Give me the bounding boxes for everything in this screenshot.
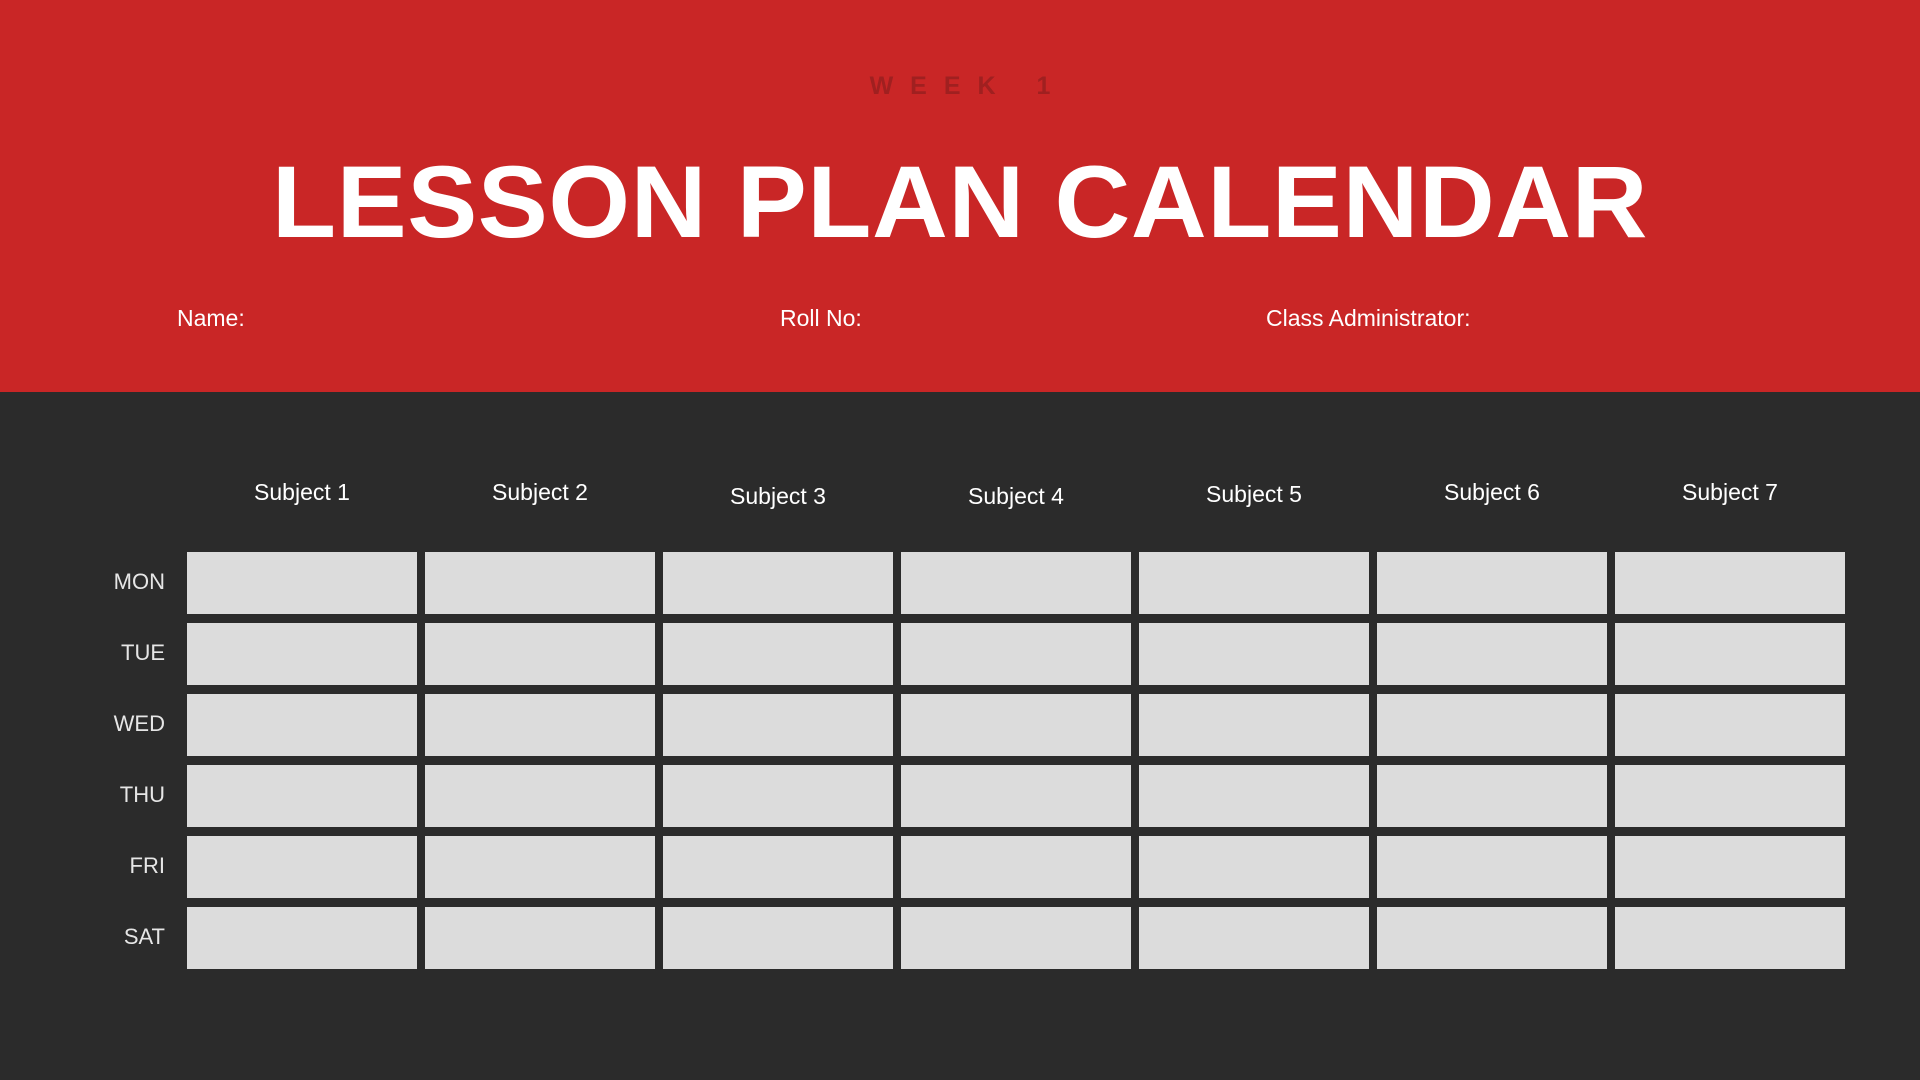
day-label-mon: MON [113, 569, 165, 594]
subject-column-header: Subject 4 [968, 483, 1064, 509]
calendar-cell[interactable] [187, 623, 417, 685]
calendar-cell[interactable] [663, 907, 893, 969]
name-field-label: Name: [177, 305, 245, 331]
calendar-cell[interactable] [425, 907, 655, 969]
calendar-cell[interactable] [1615, 907, 1845, 969]
subject-column-header: Subject 3 [730, 483, 826, 509]
day-label-tue: TUE [121, 640, 165, 665]
calendar-cell[interactable] [901, 623, 1131, 685]
subject-header-row: Subject 1 Subject 2 Subject 3 Subject 4 Subj… [187, 470, 1804, 518]
week-eyebrow-label: WEEK 1 [869, 72, 1068, 100]
calendar-cell[interactable] [1139, 552, 1369, 614]
calendar-cell[interactable] [1615, 623, 1845, 685]
calendar-cell[interactable] [187, 694, 417, 756]
class-administrator-field-label: Class Administrator: [1266, 305, 1471, 331]
calendar-cell[interactable] [1615, 552, 1845, 614]
calendar-cell[interactable] [1139, 694, 1369, 756]
calendar-cell[interactable] [901, 694, 1131, 756]
calendar-row [187, 836, 1845, 898]
header-fields-row: Name: Roll No: Class Administrator: [0, 301, 1920, 335]
calendar-cell[interactable] [1139, 836, 1369, 898]
calendar-cell[interactable] [187, 836, 417, 898]
calendar-cell[interactable] [425, 623, 655, 685]
lesson-plan-calendar-page: WEEK 1 LESSON PLAN CALENDAR Name: Roll N… [0, 0, 1920, 1080]
calendar-cell[interactable] [425, 836, 655, 898]
subject-column-header: Subject 6 [1444, 479, 1540, 505]
calendar-cell[interactable] [425, 765, 655, 827]
calendar-cell[interactable] [1377, 552, 1607, 614]
day-label-wed: WED [113, 711, 165, 736]
day-label-sat: SAT [123, 924, 165, 949]
calendar-cell[interactable] [901, 765, 1131, 827]
calendar-cell[interactable] [1377, 623, 1607, 685]
calendar-cell[interactable] [1615, 836, 1845, 898]
calendar-cell[interactable] [901, 907, 1131, 969]
calendar-body: Subject 1 Subject 2 Subject 3 Subject 4 Subj… [0, 392, 1920, 1080]
calendar-cell[interactable] [1139, 765, 1369, 827]
calendar-cell[interactable] [1139, 907, 1369, 969]
page-header: WEEK 1 LESSON PLAN CALENDAR Name: Roll N… [0, 0, 1920, 392]
calendar-cell[interactable] [663, 765, 893, 827]
calendar-row [187, 765, 1845, 827]
calendar-cell[interactable] [187, 552, 417, 614]
calendar-cell[interactable] [1377, 694, 1607, 756]
calendar-cell[interactable] [901, 836, 1131, 898]
calendar-cell[interactable] [1377, 836, 1607, 898]
calendar-cell[interactable] [425, 552, 655, 614]
calendar-cell[interactable] [1377, 765, 1607, 827]
day-label-fri: FRI [129, 853, 165, 878]
calendar-cell[interactable] [663, 836, 893, 898]
calendar-cell[interactable] [1615, 765, 1845, 827]
calendar-row [187, 623, 1845, 685]
roll-no-field-label: Roll No: [780, 305, 862, 331]
calendar-cell[interactable] [663, 623, 893, 685]
calendar-cell[interactable] [425, 694, 655, 756]
calendar-cell[interactable] [901, 552, 1131, 614]
calendar-cell[interactable] [187, 907, 417, 969]
calendar-cell[interactable] [187, 765, 417, 827]
subject-column-header: Subject 2 [492, 479, 588, 505]
calendar-row [187, 552, 1845, 614]
calendar-cell[interactable] [1377, 907, 1607, 969]
subject-column-header: Subject 5 [1206, 481, 1302, 507]
subject-column-header: Subject 1 [254, 479, 350, 505]
calendar-cell[interactable] [663, 552, 893, 614]
day-label-thu: THU [119, 782, 165, 807]
calendar-cell[interactable] [1615, 694, 1845, 756]
page-title: LESSON PLAN CALENDAR [271, 145, 1649, 259]
calendar-row [187, 907, 1845, 969]
subject-column-header: Subject 7 [1682, 479, 1778, 505]
calendar-row [187, 694, 1845, 756]
calendar-cell[interactable] [663, 694, 893, 756]
calendar-cell[interactable] [1139, 623, 1369, 685]
